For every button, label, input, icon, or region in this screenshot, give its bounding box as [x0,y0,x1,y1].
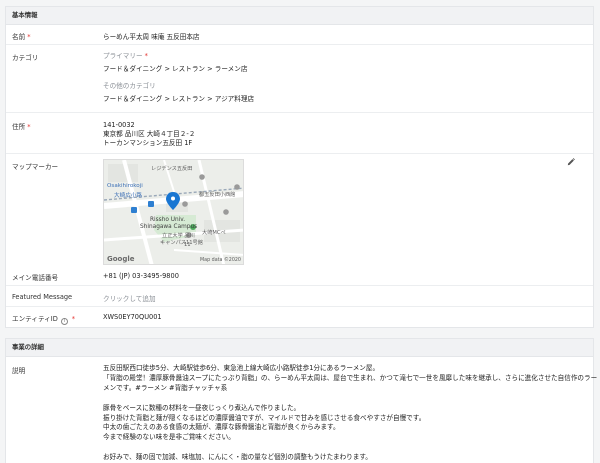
entity-id-row[interactable]: エンティティID i * XWS0EY70QU001 [6,307,593,327]
featured-message-placeholder[interactable]: クリックして追加 [103,293,585,303]
description-line: 振り掛けた背脂と麺が隠くなるほどの濃厚醤油ですが、マイルドで甘みを感じさせる食べ… [103,413,426,422]
basic-info-header: 基本情報 [6,7,593,25]
description-line: メンです。#ラーメン #背脂チャッチャ系 [103,383,228,392]
description-blank-line [103,443,585,453]
map-label-right-mid: 大崎MCペ [202,230,226,236]
entity-id-label: エンティティID i * [12,315,76,325]
address-postal: 141-0032 [103,121,135,129]
info-icon[interactable]: i [60,318,68,325]
primary-category-label: プライマリー * [103,52,148,60]
map-label-school-jp-2: キャンパス11号館 [160,240,203,246]
map-label-station-jp: 大崎広小路 [114,193,142,199]
pencil-icon[interactable] [567,158,575,166]
description-line: 中太の歯ごたえのある食感の太麺が、濃厚な豚骨醤油と背脂が良くからみます。 [103,423,340,432]
map-data-credit: Map data ©2020 [200,258,241,263]
description-line: 「背脂の殿堂！濃厚豚骨醤油スープにたっぷり背脂」の、らーめん平太周は、屋台で生ま… [103,373,598,382]
map-label-number: 11 [184,242,191,248]
description-blank-line [103,394,585,404]
category-row[interactable]: カテゴリ プライマリー * フード＆ダイニング > レストラン > ラーメン店 そ… [6,45,593,113]
basic-info-panel: 基本情報 名前 * らーめん平太周 味庵 五反田本店 カテゴリ プライマリー * フ… [5,6,594,271]
map-background [104,160,243,264]
description-line: 今まで経験のない味を是非ご賞味ください。 [103,433,235,442]
address-street: 東京都 品川区 大崎４丁目２-２ [103,130,196,138]
address-building: トーカンマンション五反田 1F [103,139,193,147]
map-label-right-top: 都五反田小西館 [199,192,236,198]
description-line: お好みで、麺の固で加減、味塩加、にんにく・脂の量など個別の調整もうけたまわります… [103,453,372,462]
featured-message-label: Featured Message [12,293,73,301]
basic-info-panel-continued: メイン電話番号 +81 (JP) 03-3495-9800 Featured M… [5,266,594,328]
required-marker: * [71,315,76,323]
other-category-label: その他のカテゴリ [103,82,156,90]
entity-id-value[interactable]: XWS0EY70QU001 [103,313,585,321]
primary-category-value[interactable]: フード＆ダイニング > レストラン > ラーメン店 [103,65,585,74]
name-row[interactable]: 名前 * らーめん平太周 味庵 五反田本店 [6,25,593,45]
address-value[interactable]: 141-0032 東京都 品川区 大崎４丁目２-２ トーカンマンション五反田 1… [103,121,585,148]
description-line: 豚骨をベースに数種の材料を一昼夜じっくり煮込んで作りました。 [103,403,301,412]
google-logo: Google [107,255,135,263]
map-marker-label: マップマーカー [12,163,59,171]
phone-value[interactable]: +81 (JP) 03-3495-9800 [103,272,585,280]
map-label-top: レジデンス五反田 [151,166,193,172]
category-label: カテゴリ [12,54,39,62]
required-marker: * [27,123,31,131]
map-label-school-en-2: Shinagawa Campus [140,224,198,230]
required-marker: * [144,52,148,60]
business-details-header: 事業の詳細 [6,339,593,357]
map-label-school-jp-1: 立正大学 品川 [162,233,195,239]
featured-message-row[interactable]: Featured Message クリックして追加 [6,286,593,307]
name-value[interactable]: らーめん平太周 味庵 五反田本店 [103,31,585,41]
address-label: 住所 * [12,123,31,131]
address-row[interactable]: 住所 * 141-0032 東京都 品川区 大崎４丁目２-２ トーカンマンション五… [6,113,593,154]
required-marker: * [27,33,31,41]
other-category-value[interactable]: フード＆ダイニング > レストラン > アジア料理店 [103,95,585,104]
description-label: 説明 [12,367,26,375]
description-row[interactable]: 説明 五反田駅西口徒歩5分、大崎駅徒歩6分、東急池上線大崎広小路駅徒歩1分にある… [6,357,598,463]
category-values[interactable]: プライマリー * フード＆ダイニング > レストラン > ラーメン店 その他のカテ… [103,52,585,104]
phone-row[interactable]: メイン電話番号 +81 (JP) 03-3495-9800 [6,266,593,286]
map-preview[interactable]: レジデンス五反田 Osakihirokoji 大崎広小路 都五反田小西館 Ris… [103,159,244,265]
map-marker-row[interactable]: マップマーカー レジデンス五反田 Osakihirokoji 大崎広小路 都五反… [6,154,593,271]
phone-label: メイン電話番号 [12,274,59,282]
map-label-station-en: Osakihirokoji [107,183,143,189]
description-value[interactable]: 五反田駅西口徒歩5分、大崎駅徒歩6分、東急池上線大崎広小路駅徒歩1分にあるラーメ… [103,364,598,463]
map-label-school-en-1: Rissho Univ. [150,217,186,223]
name-label: 名前 * [12,33,31,41]
business-details-panel: 事業の詳細 説明 五反田駅西口徒歩5分、大崎駅徒歩6分、東急池上線大崎広小路駅徒… [5,338,598,463]
description-line: 五反田駅西口徒歩5分、大崎駅徒歩6分、東急池上線大崎広小路駅徒歩1分にあるラーメ… [103,364,380,372]
